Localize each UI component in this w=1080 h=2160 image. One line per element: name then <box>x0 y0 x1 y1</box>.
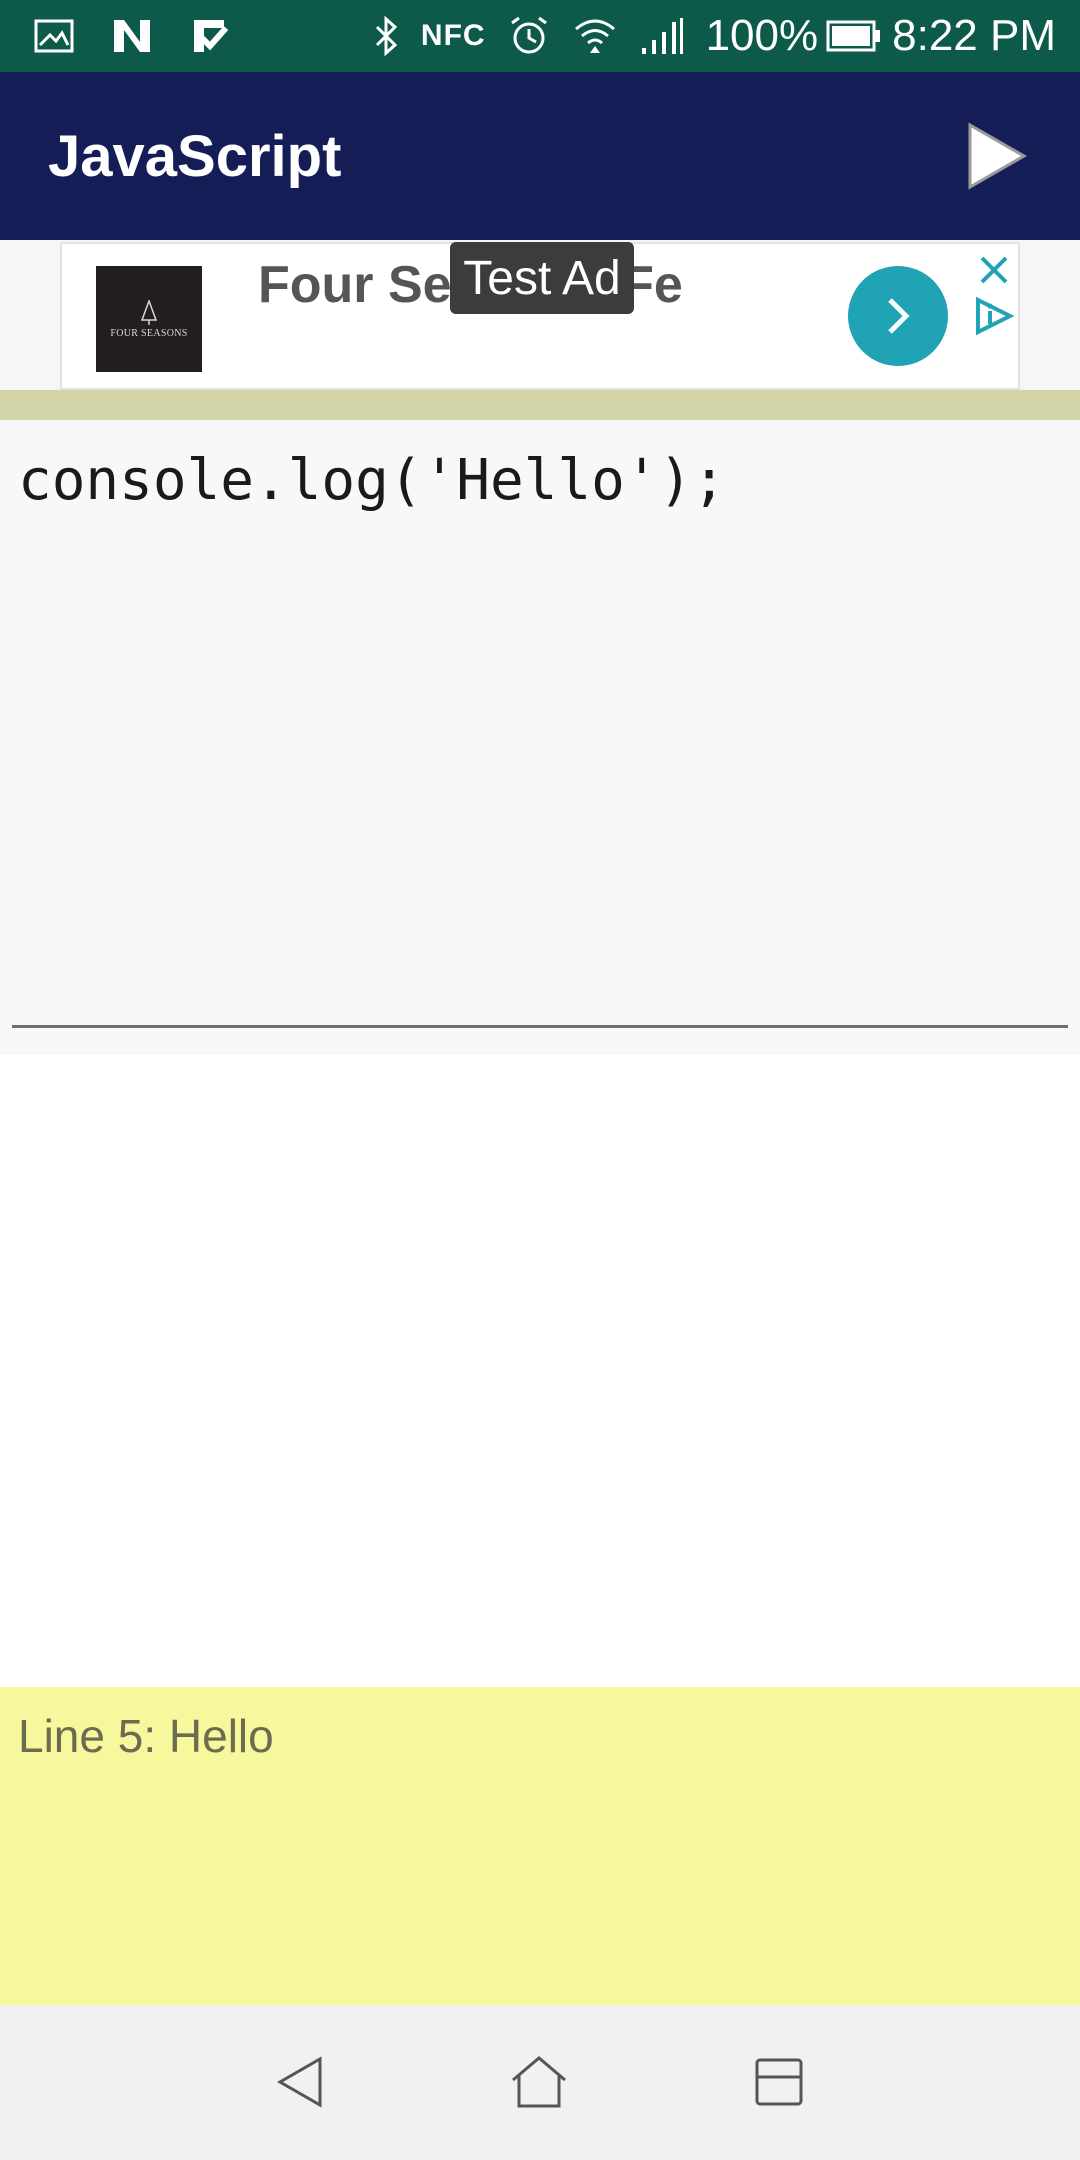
check-app-icon <box>190 12 232 60</box>
home-button[interactable] <box>504 2047 574 2117</box>
gallery-icon <box>34 12 74 60</box>
recents-button[interactable] <box>744 2047 814 2117</box>
ad-card[interactable]: FOUR SEASONS Four Se Santa Fe Test Ad <box>60 242 1020 390</box>
code-text[interactable]: console.log('Hello'); <box>18 446 1058 516</box>
console-output: Line 5: Hello <box>0 1687 1080 2005</box>
console-line: Line 5: Hello <box>18 1710 274 1762</box>
ad-choices-button[interactable] <box>972 296 1016 336</box>
ad-divider <box>0 390 1080 420</box>
battery-icon <box>826 12 882 60</box>
bluetooth-icon <box>373 12 399 60</box>
nfc-icon: NFC <box>420 19 486 52</box>
battery-percent: 100% <box>705 11 819 60</box>
app-title: JavaScript <box>48 123 342 189</box>
clock: 8:22 PM <box>892 11 1056 60</box>
back-button[interactable] <box>266 2047 336 2117</box>
ad-choices-icon <box>976 296 1015 336</box>
tree-logo-icon <box>140 299 158 325</box>
code-editor[interactable]: console.log('Hello'); <box>0 420 1080 1055</box>
close-icon <box>980 256 1008 284</box>
play-icon <box>968 122 1028 190</box>
test-ad-badge: Test Ad <box>450 242 634 314</box>
status-bar: NFC 100% 8:22 PM <box>0 0 1080 72</box>
status-system: NFC 100% 8:22 PM <box>351 12 1056 60</box>
run-button[interactable] <box>960 120 1032 192</box>
content-spacer <box>0 1055 1080 1687</box>
n-app-icon <box>110 12 154 60</box>
status-notifications <box>34 12 268 60</box>
signal-icon <box>640 12 684 60</box>
chevron-right-icon <box>888 298 910 334</box>
ad-close-button[interactable] <box>974 250 1014 290</box>
wifi-icon <box>572 12 618 60</box>
navigation-bar <box>0 2005 1080 2160</box>
ad-logo-caption: FOUR SEASONS <box>110 327 188 339</box>
recents-icon <box>755 2058 803 2106</box>
editor-underline <box>12 1025 1068 1028</box>
ad-banner: FOUR SEASONS Four Se Santa Fe Test Ad <box>0 240 1080 390</box>
ad-logo: FOUR SEASONS <box>96 266 202 372</box>
back-icon <box>276 2056 322 2108</box>
app-bar: JavaScript <box>0 72 1080 240</box>
alarm-icon <box>508 12 550 60</box>
ad-open-button[interactable] <box>848 266 948 366</box>
home-icon <box>512 2056 566 2108</box>
